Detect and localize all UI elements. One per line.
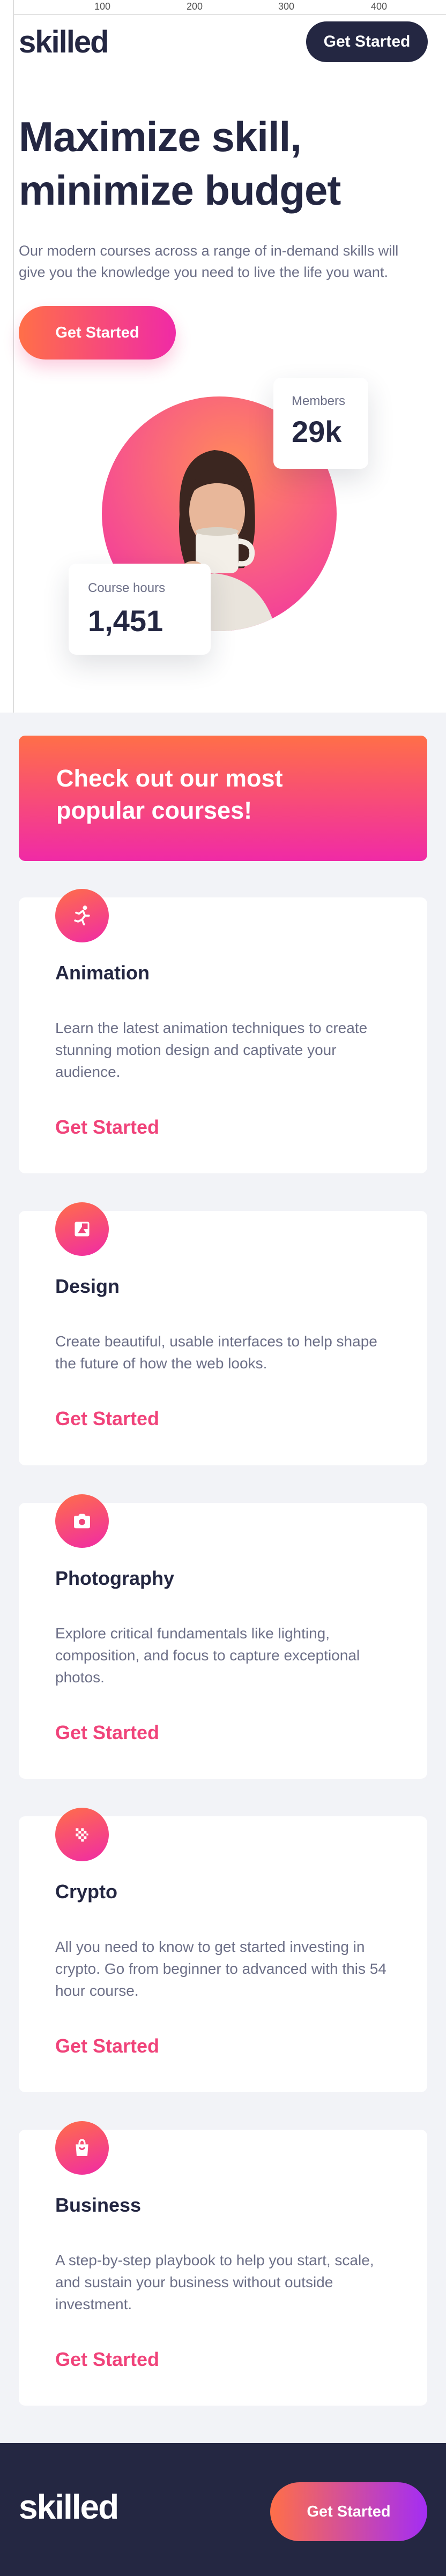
members-stat-card: Members 29k: [273, 378, 368, 469]
page: 100 200 300 400 skilled Get Started Maxi…: [0, 0, 446, 2576]
course-hours-value: 1,451: [88, 604, 163, 638]
footer-logo[interactable]: skilled: [19, 2487, 119, 2527]
course-description: Learn the latest animation techniques to…: [55, 1020, 368, 1080]
course-card-crypto: Crypto All you need to know to get start…: [19, 1808, 427, 2092]
ruler-label: 400: [371, 1, 388, 12]
course-card-business: Business A step-by-step playbook to help…: [19, 2121, 427, 2406]
header-get-started-button[interactable]: Get Started: [306, 21, 428, 62]
site-header: skilled Get Started: [19, 21, 428, 62]
camera-icon: [55, 1494, 109, 1548]
top-ruler: 100 200 300 400: [0, 0, 446, 15]
course-get-started-link[interactable]: Get Started: [55, 1407, 159, 1430]
hero-get-started-button[interactable]: Get Started: [19, 306, 176, 360]
site-footer: skilled Get Started: [0, 2443, 446, 2576]
course-description: All you need to know to get started inve…: [55, 1938, 386, 1999]
crypto-icon: [55, 1808, 109, 1861]
ruler-label: 100: [94, 1, 111, 12]
course-description: Explore critical fundamentals like light…: [55, 1625, 360, 1686]
hero-title: Maximize skill, minimize budget: [19, 113, 341, 214]
course-title: Crypto: [55, 1881, 117, 1903]
design-icon: [55, 1202, 109, 1256]
popular-courses-heading: Check out our most popular courses!: [56, 765, 283, 824]
course-card-photography: Photography Explore critical fundamental…: [19, 1494, 427, 1779]
course-title: Animation: [55, 962, 150, 984]
course-get-started-link[interactable]: Get Started: [55, 1721, 159, 1744]
hero-description: Our modern courses across a range of in-…: [19, 243, 399, 280]
course-title: Design: [55, 1275, 120, 1297]
course-card-design: Design Create beautiful, usable interfac…: [19, 1202, 427, 1465]
course-get-started-link[interactable]: Get Started: [55, 2035, 159, 2057]
members-label: Members: [292, 394, 346, 408]
course-get-started-link[interactable]: Get Started: [55, 2348, 159, 2371]
course-description: Create beautiful, usable interfaces to h…: [55, 1333, 377, 1372]
ruler-label: 200: [187, 1, 203, 12]
course-hours-label: Course hours: [88, 581, 166, 595]
footer-get-started-button[interactable]: Get Started: [270, 2482, 427, 2541]
logo[interactable]: skilled: [19, 24, 109, 60]
running-icon: [55, 889, 109, 942]
ruler-label: 300: [278, 1, 295, 12]
popular-courses-banner: Check out our most popular courses!: [19, 736, 427, 861]
shopping-bag-icon: [55, 2121, 109, 2175]
course-hours-stat-card: Course hours 1,451: [69, 564, 211, 655]
members-value: 29k: [292, 415, 342, 448]
course-card-animation: Animation Learn the latest animation tec…: [19, 889, 427, 1173]
course-description: A step-by-step playbook to help you star…: [55, 2252, 374, 2312]
course-get-started-link[interactable]: Get Started: [55, 1116, 159, 1139]
course-title: Photography: [55, 1567, 174, 1589]
course-title: Business: [55, 2194, 142, 2216]
